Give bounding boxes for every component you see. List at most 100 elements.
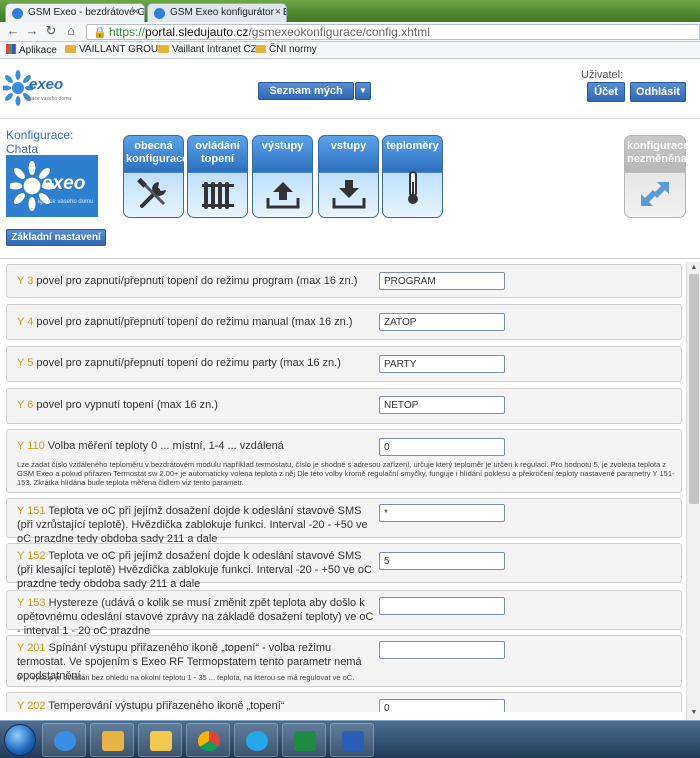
param-text: povel pro zapnutí/přepnutí topení do rež… — [36, 316, 353, 328]
address-bar[interactable]: 🔒 https://portal.sledujauto.cz/gsmexeoko… — [86, 24, 700, 40]
tile-heating-control[interactable]: ovládání topení — [187, 135, 248, 218]
tab-gsm-exeo[interactable]: GSM Exeo - bezdrátové GS × — [5, 3, 145, 22]
big-logo-tagline: ignace vaseho domu — [38, 199, 94, 205]
param-text: povel pro vypnutí topení (max 16 zn.) — [36, 399, 218, 411]
param-label: Y 6 povel pro vypnutí topení (max 16 zn.… — [17, 398, 377, 412]
param-row: Y 110 Volba měření teploty 0 ... místní,… — [6, 429, 682, 493]
reload-icon[interactable]: ↻ — [43, 23, 59, 39]
parameter-list: Y 3 povel pro zapnutí/přepnutí topení do… — [0, 262, 686, 712]
dropdown-label: Seznam mých GSM — [269, 85, 343, 113]
param-code: Y 110 — [17, 440, 45, 452]
user-label: Uživatel: — [581, 69, 624, 81]
tile-config-unchanged: konfigurace nezměněna — [624, 135, 690, 218]
tile-label: obecná konfigurace — [126, 140, 189, 165]
close-icon[interactable]: × — [133, 6, 139, 18]
param-row: Y 201 Spínání výstupu přiřazeného ikoně … — [6, 635, 682, 687]
url-scheme: https:// — [109, 25, 146, 39]
browser-toolbar: ← → ↻ ⌂ 🔒 https://portal.sledujauto.cz/g… — [0, 22, 700, 42]
bookmark-cni-normy[interactable]: ČNI normy — [255, 44, 317, 55]
logout-button[interactable]: Odhlásit — [630, 82, 686, 102]
bookmark-vaillant-group[interactable]: VAILLANT GROUP — [65, 44, 165, 55]
os-taskbar — [0, 720, 700, 758]
bookmark-vaillant-intranet[interactable]: Vaillant Intranet CZ — [158, 44, 257, 55]
tab-gsm-konfigurator[interactable]: GSM Exeo konfigurátor - E × — [147, 3, 287, 22]
basic-settings-button[interactable]: Základní nastavení — [6, 229, 106, 246]
tile-general-config[interactable]: obecná konfigurace — [123, 135, 189, 218]
gsm-list-dropdown[interactable]: Seznam mých GSM — [258, 82, 354, 113]
tile-label: ovládání topení — [195, 140, 240, 165]
bookmark-label: VAILLANT GROUP — [79, 44, 165, 55]
taskbar-outlook[interactable] — [138, 723, 182, 757]
bookmarks-bar: Aplikace VAILLANT GROUP Vaillant Intrane… — [0, 42, 700, 59]
bookmark-apps[interactable]: Aplikace — [6, 44, 57, 56]
page-scrollbar[interactable]: ▲ ▼ — [686, 262, 700, 720]
param-code: Y 3 — [17, 275, 34, 287]
config-device-name: Chata — [6, 142, 39, 156]
word-icon — [342, 731, 364, 751]
tab-favicon-icon — [154, 8, 165, 19]
taskbar-chrome[interactable] — [186, 723, 230, 757]
param-row: Y 4 povel pro zapnutí/přepnutí topení do… — [6, 304, 682, 340]
tile-inputs[interactable]: vstupy — [318, 135, 379, 218]
param-input[interactable] — [379, 641, 505, 659]
param-label: Y 202 Temperování výstupu přiřazeného ik… — [17, 699, 377, 712]
account-button[interactable]: Účet — [587, 82, 625, 102]
outlook-icon — [150, 731, 172, 751]
chevron-down-icon[interactable]: ▼ — [355, 82, 371, 100]
chrome-icon — [198, 731, 220, 751]
tile-label: konfigurace nezměněna — [627, 140, 690, 165]
taskbar-ie[interactable] — [42, 723, 86, 757]
close-icon[interactable]: × — [275, 6, 281, 18]
excel-icon — [294, 731, 316, 751]
param-row: Y 3 povel pro zapnutí/přepnutí topení do… — [6, 264, 682, 298]
param-text: Teplota ve oC při jejímž dosažení dojde … — [17, 505, 368, 545]
back-arrow-icon[interactable]: ← — [5, 23, 21, 39]
folder-icon — [158, 45, 169, 53]
param-input[interactable] — [379, 355, 505, 373]
browser-tab-strip: GSM Exeo - bezdrátové GS × GSM Exeo konf… — [0, 0, 700, 22]
apps-grid-icon — [6, 44, 16, 54]
tab-title: GSM Exeo konfigurátor - E — [170, 7, 287, 18]
param-input[interactable] — [379, 438, 505, 456]
tile-label: vstupy — [330, 140, 367, 152]
tile-outputs[interactable]: výstupy — [252, 135, 313, 218]
scroll-down-icon[interactable]: ▼ — [689, 708, 699, 718]
param-code: Y 5 — [17, 357, 34, 369]
param-input[interactable] — [379, 313, 505, 331]
param-label: Y 153 Hystereze (udává o kolik se musí z… — [17, 596, 377, 638]
forward-arrow-icon[interactable]: → — [24, 23, 40, 39]
param-input[interactable] — [379, 396, 505, 414]
folder-icon — [65, 45, 76, 53]
tile-thermometers[interactable]: teploměry — [382, 135, 443, 218]
param-code: Y 4 — [17, 316, 34, 328]
scrollbar-thumb[interactable] — [689, 274, 699, 504]
bookmark-label: Vaillant Intranet CZ — [172, 44, 257, 55]
param-input[interactable] — [379, 552, 505, 570]
param-code: Y 202 — [17, 700, 46, 712]
param-description: Lze zadat číslo vzdáleného teploměru v b… — [17, 460, 675, 487]
param-label: Y 3 povel pro zapnutí/přepnutí topení do… — [17, 274, 377, 288]
exeo-logo[interactable]: exeo ignace vaseho domu — [3, 68, 73, 108]
taskbar-word[interactable] — [330, 723, 374, 757]
taskbar-excel[interactable] — [282, 723, 326, 757]
radiator-icon — [202, 182, 234, 209]
scroll-up-icon[interactable]: ▲ — [689, 263, 699, 273]
param-code: Y 153 — [17, 597, 46, 609]
big-logo-word: exeo — [42, 173, 86, 194]
param-code: Y 152 — [17, 550, 46, 562]
start-button[interactable] — [4, 724, 36, 756]
param-text: Hystereze (udává o kolik se musí změnit … — [17, 597, 374, 637]
bookmark-label: Aplikace — [19, 45, 57, 56]
param-input[interactable] — [379, 597, 505, 615]
tile-label: teploměry — [386, 140, 439, 152]
param-input[interactable] — [379, 272, 505, 290]
param-row: Y 153 Hystereze (udává o kolik se musí z… — [6, 590, 682, 637]
home-icon[interactable]: ⌂ — [63, 23, 79, 39]
param-input[interactable] — [379, 504, 505, 522]
tab-title: GSM Exeo - bezdrátové GS — [28, 7, 145, 18]
tab-favicon-icon — [12, 8, 23, 19]
folder-icon — [255, 45, 266, 53]
taskbar-explorer[interactable] — [90, 723, 134, 757]
taskbar-skype[interactable] — [234, 723, 278, 757]
param-input[interactable] — [379, 699, 505, 712]
